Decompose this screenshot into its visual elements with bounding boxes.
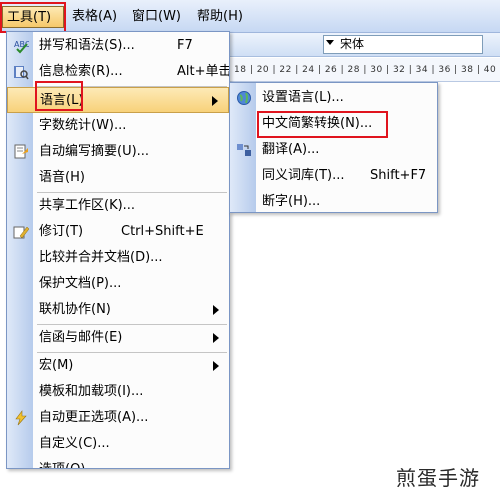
submenu-item-chinese-conversion[interactable]: 中文简繁转换(N)... (230, 111, 437, 137)
font-name-value: 宋体 (340, 37, 365, 51)
menu-bar: 工具(T) 表格(A) 窗口(W) 帮助(H) (0, 0, 500, 33)
menu-help[interactable]: 帮助(H) (193, 6, 247, 28)
menu-item-label: 设置语言(L)... (262, 90, 344, 105)
menu-item-word-count[interactable]: 字数统计(W)... (7, 113, 229, 139)
submenu-arrow-icon (213, 333, 219, 343)
menu-item-research[interactable]: 信息检索(R)... Alt+单击 (7, 59, 229, 85)
menu-item-online-collaboration[interactable]: 联机协作(N) (7, 297, 229, 323)
track-changes-icon (13, 226, 29, 239)
menu-item-label: 修订(T) (39, 224, 84, 239)
watermark-text: 煎蛋手游 (396, 466, 480, 490)
menu-item-spelling-grammar[interactable]: ABC 拼写和语法(S)... F7 (7, 33, 229, 59)
menu-item-label: 自动编写摘要(U)... (39, 144, 150, 159)
menu-item-shared-workspace[interactable]: 共享工作区(K)... (7, 193, 229, 219)
menu-item-label: 字数统计(W)... (39, 118, 127, 133)
menu-item-label: 模板和加载项(I)... (39, 384, 144, 399)
menu-item-language[interactable]: 语言(L) (7, 87, 229, 113)
menu-item-shortcut: Alt+单击 (177, 64, 230, 79)
menu-item-label: 信息检索(R)... (39, 64, 123, 79)
menu-item-shortcut: Shift+F7 (370, 168, 427, 183)
menu-item-autosummarize[interactable]: 自动编写摘要(U)... (7, 139, 229, 165)
language-submenu: 设置语言(L)... 中文简繁转换(N)... 翻译(A)... 同义词库(T)… (229, 82, 438, 213)
menu-window[interactable]: 窗口(W) (128, 6, 185, 28)
research-book-icon (14, 66, 29, 80)
menu-item-label: 选项(O)... (39, 457, 98, 468)
menu-item-label: 自定义(C)... (39, 436, 110, 451)
menu-item-track-changes[interactable]: 修订(T) Ctrl+Shift+E (7, 219, 229, 245)
menu-item-label: 信函与邮件(E) (39, 330, 123, 345)
translate-icon (237, 144, 251, 156)
set-language-globe-icon (237, 91, 251, 105)
autocorrect-lightning-icon (15, 410, 27, 426)
submenu-item-translate[interactable]: 翻译(A)... (230, 137, 437, 163)
menu-item-macro[interactable]: 宏(M) (7, 353, 229, 379)
menu-item-label: 中文简繁转换(N)... (262, 116, 373, 131)
submenu-arrow-icon (213, 305, 219, 315)
submenu-item-set-language[interactable]: 设置语言(L)... (230, 85, 437, 111)
menu-item-autocorrect-options[interactable]: 自动更正选项(A)... (7, 405, 229, 431)
menu-item-label: 拼写和语法(S)... (39, 38, 135, 53)
menu-item-label: 联机协作(N) (39, 302, 111, 317)
menu-item-label: 自动更正选项(A)... (39, 410, 149, 425)
menu-item-label: 保护文档(P)... (39, 276, 122, 291)
submenu-arrow-icon (212, 96, 218, 106)
menu-item-shortcut: F7 (177, 38, 193, 53)
font-name-combo[interactable]: 宋体 (323, 35, 483, 54)
submenu-arrow-icon (213, 361, 219, 371)
menu-item-label: 共享工作区(K)... (39, 198, 136, 213)
menu-item-label: 语言(L) (40, 93, 84, 108)
menu-item-protect-document[interactable]: 保护文档(P)... (7, 271, 229, 297)
autosummarize-icon (14, 144, 28, 159)
menu-item-options[interactable]: 选项(O)... (7, 457, 229, 468)
menu-item-templates-addins[interactable]: 模板和加载项(I)... (7, 379, 229, 405)
menu-item-customize[interactable]: 自定义(C)... (7, 431, 229, 457)
tools-dropdown-menu: ABC 拼写和语法(S)... F7 信息检索(R)... Alt+单击 语言(… (6, 31, 230, 469)
menu-item-label: 断字(H)... (262, 194, 321, 209)
menu-item-label: 同义词库(T)... (262, 168, 345, 183)
spelling-check-icon: ABC (14, 40, 29, 54)
menu-item-compare-merge[interactable]: 比较并合并文档(D)... (7, 245, 229, 271)
submenu-item-hyphenation[interactable]: 断字(H)... (230, 189, 437, 212)
menu-item-shortcut: Ctrl+Shift+E (121, 224, 204, 239)
menu-table[interactable]: 表格(A) (68, 6, 121, 28)
menu-item-label: 比较并合并文档(D)... (39, 250, 163, 265)
formatting-toolbar: 宋体 (230, 33, 500, 57)
menu-item-label: 翻译(A)... (262, 142, 320, 157)
dropdown-arrow-icon[interactable] (326, 40, 334, 45)
menu-item-label: 宏(M) (39, 358, 74, 373)
menu-item-speech[interactable]: 语音(H) (7, 165, 229, 191)
ruler: 18 | 20 | 22 | 24 | 26 | 28 | 30 | 32 | … (230, 58, 500, 82)
submenu-item-thesaurus[interactable]: 同义词库(T)... Shift+F7 (230, 163, 437, 189)
menu-item-label: 语音(H) (39, 170, 85, 185)
menu-item-letters-mailings[interactable]: 信函与邮件(E) (7, 325, 229, 351)
menu-tools[interactable]: 工具(T) (2, 6, 64, 28)
